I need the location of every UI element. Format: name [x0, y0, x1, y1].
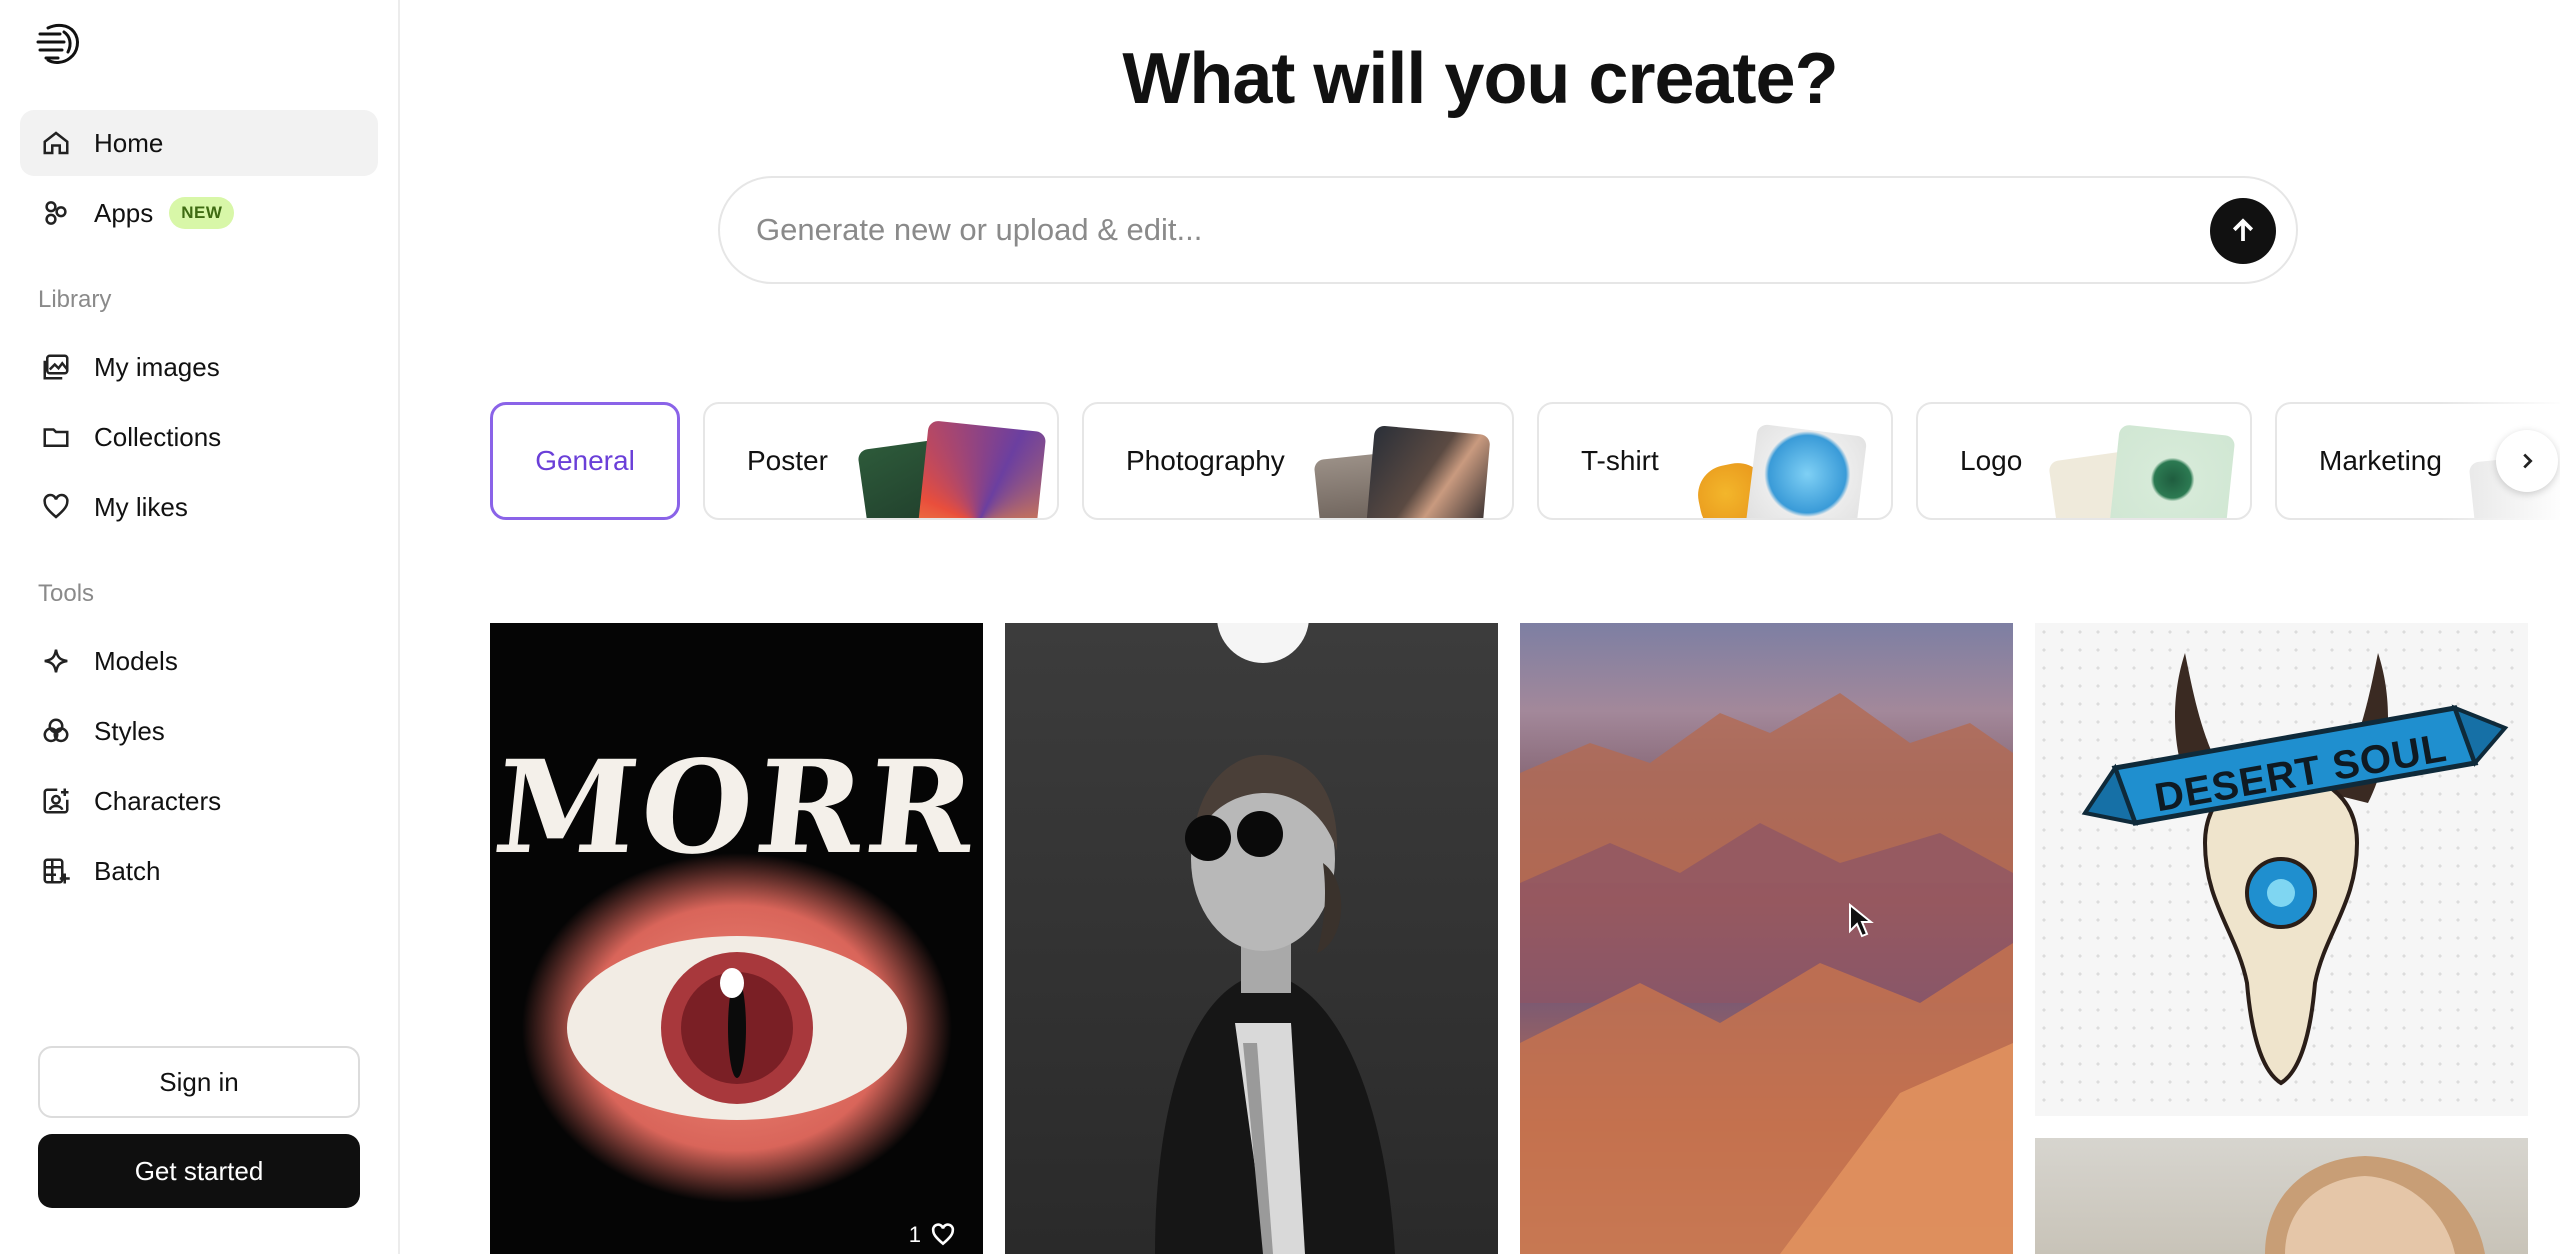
sidebar-item-label: Characters — [94, 785, 222, 816]
app-logo-icon[interactable] — [34, 22, 82, 66]
photo-thumbnail — [1365, 425, 1491, 518]
tshirt-thumbnail — [1744, 423, 1868, 518]
sidebar: Home Apps NEW Library My images Collecti… — [0, 0, 400, 1254]
like-count: 1 — [908, 1222, 921, 1247]
library-section-label: Library — [38, 286, 112, 313]
category-logo[interactable]: Logo — [1916, 402, 2252, 520]
categories-next-button[interactable] — [2496, 430, 2558, 492]
category-label: Logo — [1960, 445, 2023, 476]
sidebar-item-characters[interactable]: Characters — [20, 768, 378, 834]
character-icon — [40, 785, 72, 817]
styles-icon — [40, 715, 72, 747]
morr-eye-artwork — [522, 853, 952, 1203]
sidebar-item-label: Home — [94, 127, 164, 158]
sidebar-item-collections[interactable]: Collections — [20, 404, 378, 470]
sign-in-button[interactable]: Sign in — [38, 1046, 360, 1118]
heart-icon — [40, 491, 72, 523]
sidebar-item-home[interactable]: Home — [20, 110, 378, 176]
sidebar-item-label: Apps — [94, 197, 154, 228]
sidebar-item-my-images[interactable]: My images — [20, 334, 378, 400]
sidebar-item-my-likes[interactable]: My likes — [20, 474, 378, 540]
sidebar-item-models[interactable]: Models — [20, 628, 378, 694]
sparkle-icon — [40, 645, 72, 677]
category-label: T-shirt — [1581, 445, 1659, 476]
portrait-artwork — [1155, 623, 1395, 1254]
sidebar-item-batch[interactable]: Batch — [20, 838, 378, 904]
portrait-artwork — [2265, 1156, 2485, 1254]
sidebar-item-label: My likes — [94, 491, 188, 522]
like-counter[interactable]: 1 — [909, 1222, 957, 1248]
category-photography[interactable]: Photography — [1082, 402, 1514, 520]
artwork-text: MORR — [490, 733, 983, 883]
get-started-button[interactable]: Get started — [38, 1134, 360, 1208]
new-badge: NEW — [169, 197, 235, 229]
category-label: Poster — [747, 445, 828, 476]
sidebar-item-apps[interactable]: Apps NEW — [20, 180, 378, 246]
images-icon — [40, 351, 72, 383]
sidebar-item-label: Batch — [94, 855, 161, 886]
mouse-cursor-icon — [1849, 903, 1874, 938]
sidebar-item-styles[interactable]: Styles — [20, 698, 378, 764]
apps-icon — [40, 197, 72, 229]
submit-button[interactable] — [2210, 198, 2276, 264]
canyon-artwork — [1520, 693, 2013, 1254]
poster-thumbnail — [917, 420, 1047, 518]
category-tshirt[interactable]: T-shirt — [1537, 402, 1893, 520]
category-label: General — [535, 445, 635, 476]
gallery-card[interactable]: MORR 1 — [490, 623, 983, 1254]
prompt-search-bar[interactable]: Generate new or upload & edit... — [718, 176, 2298, 284]
category-general[interactable]: General — [490, 402, 680, 520]
chevron-right-icon — [2523, 453, 2533, 469]
folder-icon — [40, 421, 72, 453]
skull-artwork — [2081, 653, 2509, 1086]
gallery-card[interactable] — [1005, 623, 1498, 1254]
gallery-card[interactable] — [2035, 1138, 2528, 1254]
category-poster[interactable]: Poster — [703, 402, 1059, 520]
gallery-card[interactable]: DESERT SOUL — [2035, 623, 2528, 1116]
category-label: Marketing — [2319, 445, 2442, 476]
tools-section-label: Tools — [38, 580, 95, 607]
logo-thumbnail — [2108, 424, 2236, 518]
page-title: What will you create? — [1122, 39, 1838, 119]
sidebar-item-label: Collections — [94, 421, 222, 452]
home-icon — [40, 127, 72, 159]
search-input[interactable]: Generate new or upload & edit... — [756, 212, 1202, 248]
sidebar-item-label: Models — [94, 645, 178, 676]
sidebar-item-label: Styles — [94, 715, 165, 746]
gallery-card[interactable] — [1520, 623, 2013, 1254]
heart-icon — [931, 1223, 955, 1246]
batch-icon — [40, 855, 72, 887]
sidebar-item-label: My images — [94, 351, 220, 382]
category-label: Photography — [1126, 445, 1285, 476]
arrow-up-icon — [2232, 218, 2254, 241]
